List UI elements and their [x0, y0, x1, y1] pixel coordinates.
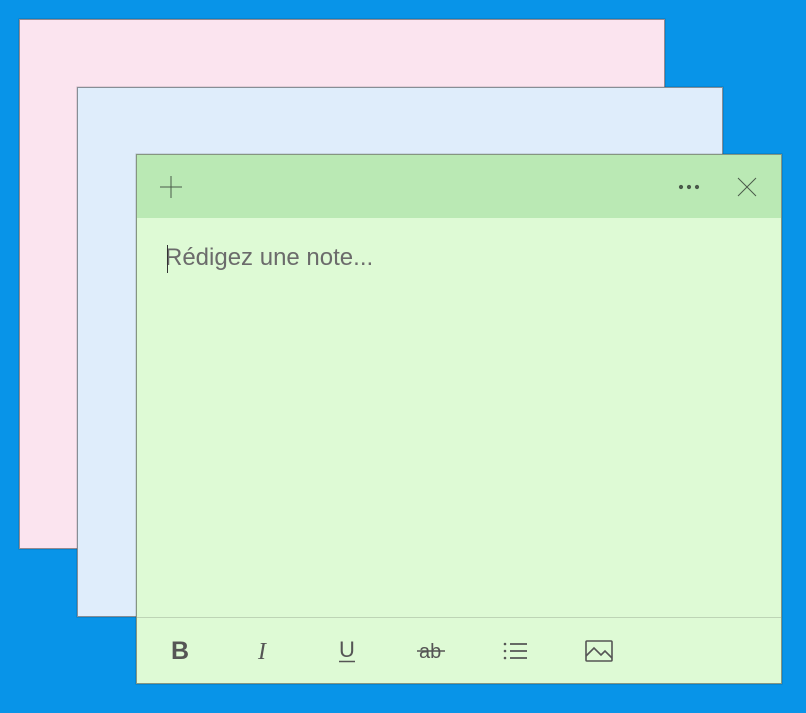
note-titlebar — [137, 155, 781, 218]
titlebar-right-group — [663, 155, 773, 218]
svg-text:B: B — [171, 637, 189, 665]
underline-button[interactable]: U — [323, 627, 371, 675]
svg-text:I: I — [257, 639, 267, 665]
bold-button[interactable]: B — [155, 627, 203, 675]
strikethrough-button[interactable]: ab — [407, 627, 455, 675]
text-cursor — [167, 245, 168, 273]
image-button[interactable] — [575, 627, 623, 675]
list-icon — [501, 637, 529, 665]
sticky-note-green: Rédigez une note... B I U ab — [136, 154, 782, 684]
svg-text:ab: ab — [419, 641, 441, 663]
strikethrough-icon: ab — [415, 637, 447, 665]
bold-icon: B — [165, 637, 193, 665]
note-content-area[interactable]: Rédigez une note... — [137, 218, 781, 617]
underline-icon: U — [333, 637, 361, 665]
italic-icon: I — [249, 637, 277, 665]
plus-icon — [158, 174, 184, 200]
list-button[interactable] — [491, 627, 539, 675]
titlebar-left-group — [145, 155, 197, 218]
new-note-button[interactable] — [145, 155, 197, 218]
menu-button[interactable] — [663, 155, 715, 218]
close-icon — [736, 176, 758, 198]
close-button[interactable] — [721, 155, 773, 218]
more-icon — [676, 174, 702, 200]
image-icon — [584, 637, 614, 665]
note-placeholder: Rédigez une note... — [165, 244, 373, 271]
svg-text:U: U — [339, 637, 355, 662]
italic-button[interactable]: I — [239, 627, 287, 675]
format-toolbar: B I U ab — [137, 617, 781, 683]
